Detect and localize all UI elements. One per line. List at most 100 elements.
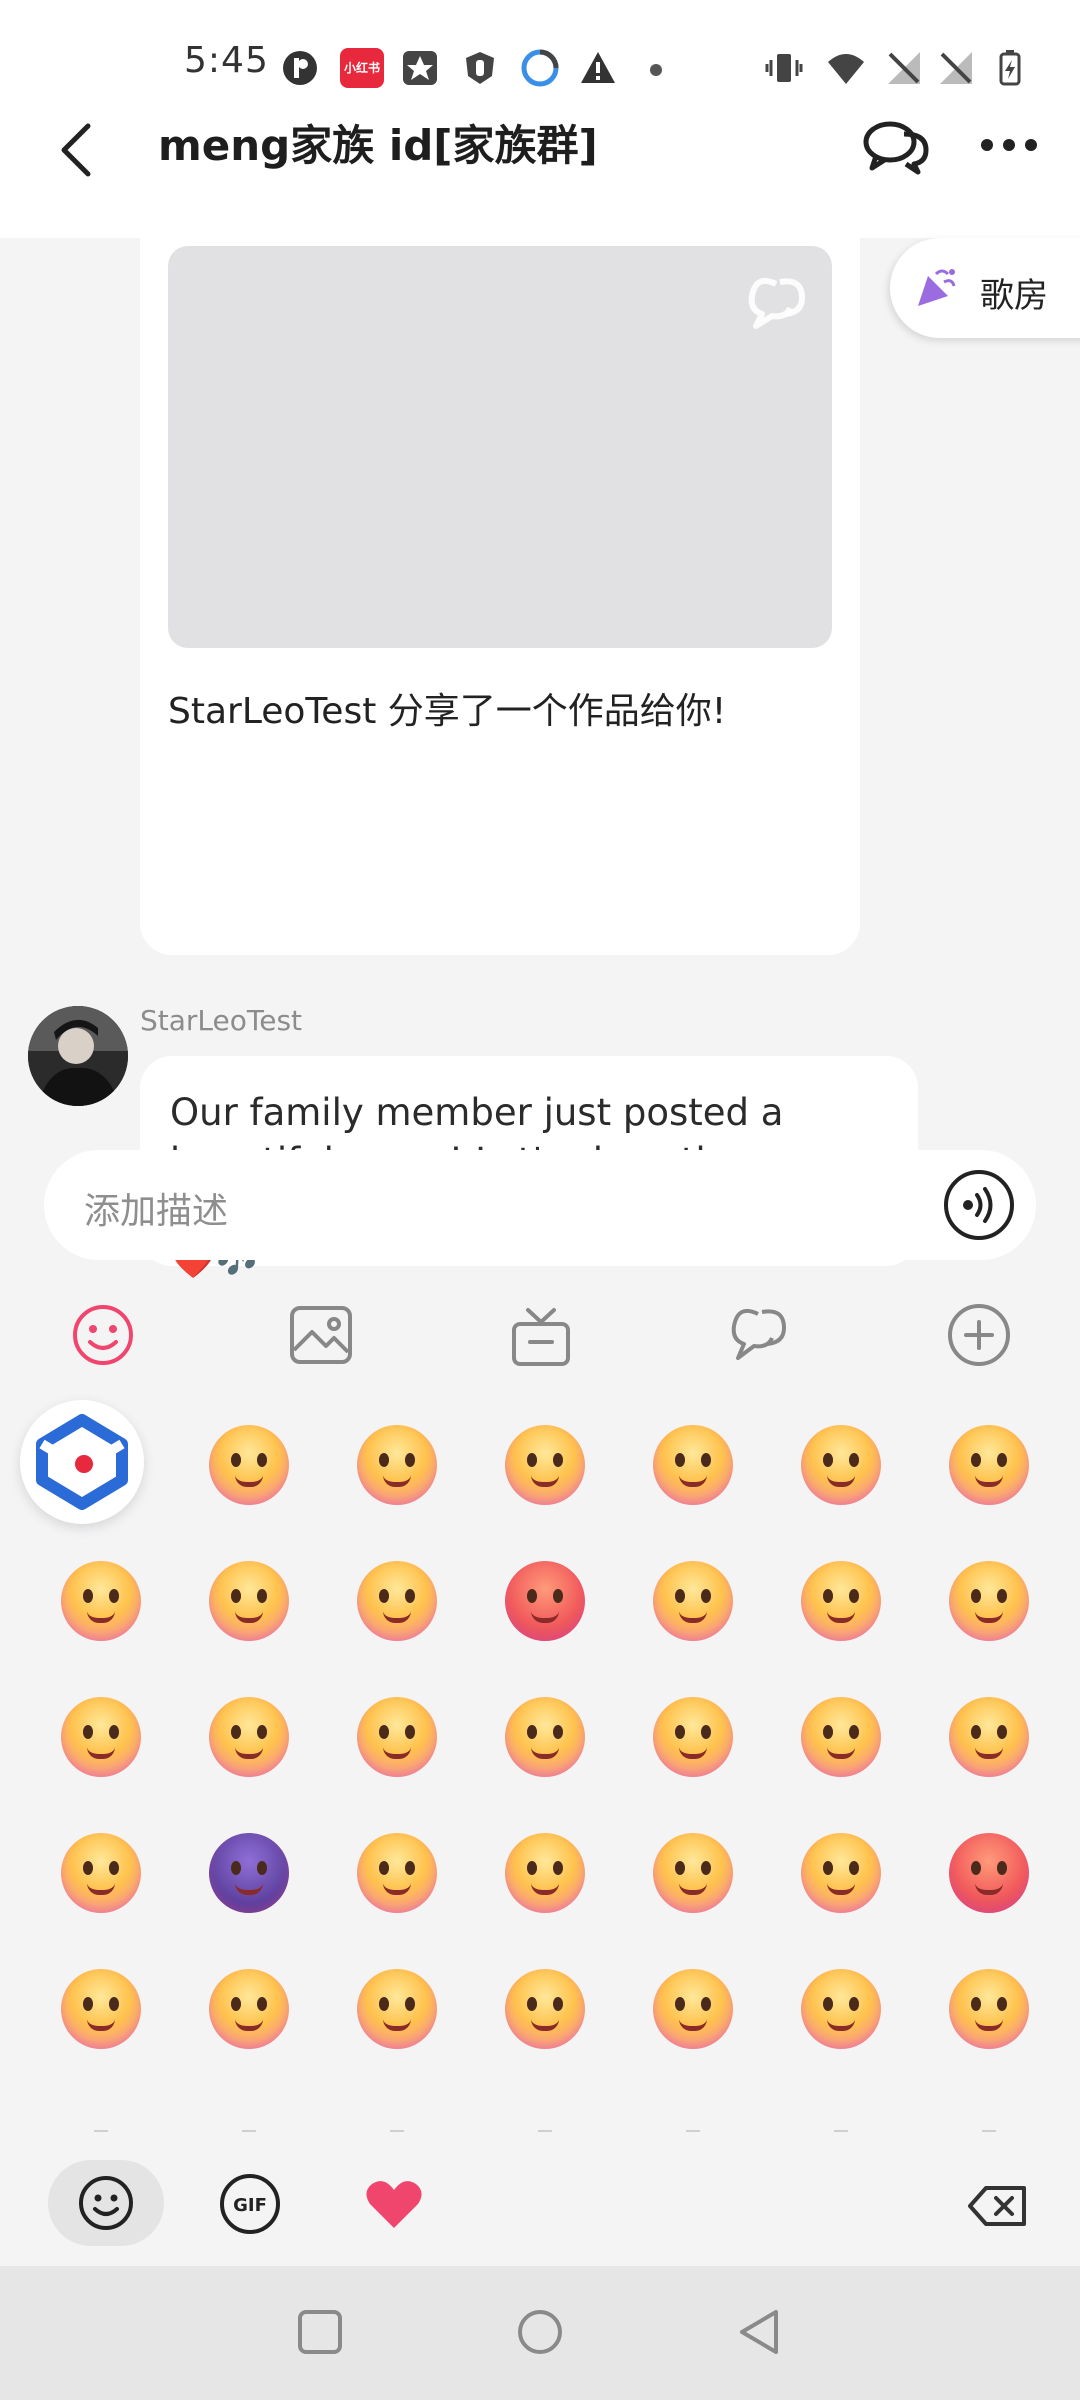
emoji-smirk-sweat-icon[interactable] bbox=[490, 1410, 600, 1520]
floating-assistant-badge[interactable] bbox=[20, 1400, 144, 1524]
emoji-furious-icon[interactable] bbox=[934, 1818, 1044, 1928]
gift-icon[interactable] bbox=[506, 1300, 576, 1370]
emoji-eye-roll-icon[interactable] bbox=[786, 1546, 896, 1656]
avatar[interactable] bbox=[28, 1006, 128, 1106]
backspace-icon[interactable] bbox=[966, 2182, 1030, 2230]
signal-off-icon bbox=[936, 48, 976, 88]
description-input[interactable]: 添加描述 bbox=[44, 1150, 1036, 1260]
emoji-face bbox=[61, 1697, 141, 1777]
emoji-facepalm-cry-icon[interactable] bbox=[194, 1546, 304, 1656]
status-time: 5:45 bbox=[184, 40, 269, 81]
emoji-category-bar: GIF bbox=[0, 2152, 1080, 2262]
emoji-face bbox=[653, 1969, 733, 2049]
emoji-shocked-icon[interactable] bbox=[934, 1410, 1044, 1520]
emoji-scream-icon[interactable] bbox=[490, 1682, 600, 1792]
more-dots-icon[interactable] bbox=[978, 120, 1040, 170]
emoji-face bbox=[61, 1561, 141, 1641]
emoji-praying-icon[interactable] bbox=[46, 1818, 156, 1928]
emoji-face bbox=[209, 1969, 289, 2049]
emoji-confused-icon[interactable] bbox=[638, 1546, 748, 1656]
page-title: meng家族 id[家族群] bbox=[158, 121, 598, 170]
emoji-hand-cover-icon[interactable] bbox=[638, 1818, 748, 1928]
smiley-tab-icon[interactable] bbox=[48, 2160, 164, 2246]
recent-apps-icon[interactable] bbox=[292, 2304, 348, 2360]
emoji-row-separator bbox=[538, 2130, 552, 2132]
emoji-hand-face-cry-icon[interactable] bbox=[638, 1682, 748, 1792]
emoji-wink-icon[interactable] bbox=[934, 1954, 1044, 2064]
emoji-sly-grin-icon[interactable] bbox=[342, 1410, 452, 1520]
emoji-angry-icon[interactable] bbox=[490, 1546, 600, 1656]
emoji-fists-angry-icon[interactable] bbox=[786, 1682, 896, 1792]
emoji-icon[interactable] bbox=[68, 1300, 138, 1370]
battery-icon bbox=[990, 48, 1030, 88]
room-label: 歌房 bbox=[980, 276, 1048, 316]
emoji-face bbox=[505, 1697, 585, 1777]
emoji-face bbox=[209, 1561, 289, 1641]
back-arrow-icon[interactable] bbox=[50, 108, 110, 188]
image-icon[interactable] bbox=[286, 1300, 356, 1370]
emoji-pleading-icon[interactable] bbox=[786, 1410, 896, 1520]
emoji-laugh-cry-icon[interactable] bbox=[934, 1546, 1044, 1656]
xiaohongshu-icon: 小红书 bbox=[340, 48, 384, 88]
app-logo-watermark-icon bbox=[746, 274, 808, 330]
emoji-blush-laugh-icon[interactable] bbox=[342, 1682, 452, 1792]
emoji-rainbow-vomit-icon[interactable] bbox=[46, 1546, 156, 1656]
status-bar: 5:45 小红书 bbox=[0, 0, 1080, 110]
composer-toolbar bbox=[0, 1300, 1080, 1380]
emoji-teary-icon[interactable] bbox=[46, 1682, 156, 1792]
input-placeholder: 添加描述 bbox=[84, 1191, 229, 1232]
emoji-face bbox=[357, 1561, 437, 1641]
emoji-face bbox=[505, 1969, 585, 2049]
emoji-face bbox=[801, 1697, 881, 1777]
emoji-face bbox=[357, 1833, 437, 1913]
emoji-face bbox=[653, 1833, 733, 1913]
emoji-grinning-teeth-icon[interactable] bbox=[194, 1410, 304, 1520]
notification-dot-icon bbox=[650, 64, 662, 76]
emoji-face bbox=[505, 1833, 585, 1913]
app-p-icon bbox=[280, 48, 320, 88]
emoji-taped-mouth-icon[interactable] bbox=[786, 1954, 896, 2064]
chat-message-list[interactable]: StarLeoTest 分享了一个作品给你! StarLeoTest Our f… bbox=[0, 198, 1080, 1281]
emoji-face bbox=[949, 1969, 1029, 2049]
app-logo-icon[interactable] bbox=[724, 1300, 794, 1370]
emoji-face bbox=[801, 1561, 881, 1641]
emoji-egg-head-icon[interactable] bbox=[342, 1818, 452, 1928]
emoji-dizzy-icon[interactable] bbox=[46, 1954, 156, 2064]
emoji-star-hit-icon[interactable] bbox=[934, 1682, 1044, 1792]
back-triangle-icon[interactable] bbox=[732, 2304, 788, 2360]
emoji-love-hearts-icon[interactable] bbox=[490, 1954, 600, 2064]
emoji-shush-icon[interactable] bbox=[490, 1818, 600, 1928]
emoji-face bbox=[505, 1425, 585, 1505]
emoji-face bbox=[357, 1425, 437, 1505]
emoji-kiss-heart-icon[interactable] bbox=[194, 1954, 304, 2064]
home-icon[interactable] bbox=[512, 2304, 568, 2360]
emoji-crying-icon[interactable] bbox=[342, 1954, 452, 2064]
shield-app-icon bbox=[460, 48, 500, 88]
karaoke-room-button[interactable]: 歌房 bbox=[890, 238, 1080, 338]
star-app-icon bbox=[400, 48, 440, 88]
voice-wave-icon[interactable] bbox=[942, 1168, 1016, 1242]
emoji-face bbox=[949, 1425, 1029, 1505]
emoji-rolling-laugh-icon[interactable] bbox=[638, 1954, 748, 2064]
emoji-face bbox=[949, 1697, 1029, 1777]
emoji-bomb-icon[interactable] bbox=[194, 1818, 304, 1928]
shared-work-preview[interactable] bbox=[168, 246, 832, 648]
signal-off-icon bbox=[884, 48, 924, 88]
emoji-face bbox=[357, 1969, 437, 2049]
emoji-face bbox=[505, 1561, 585, 1641]
emoji-face bbox=[209, 1833, 289, 1913]
plus-icon[interactable] bbox=[944, 1300, 1014, 1370]
chat-bubbles-icon[interactable] bbox=[860, 112, 932, 178]
emoji-green-vomit-icon[interactable] bbox=[786, 1818, 896, 1928]
emoji-face bbox=[653, 1561, 733, 1641]
gif-tab-icon[interactable]: GIF bbox=[218, 2172, 282, 2236]
shared-work-card[interactable]: StarLeoTest 分享了一个作品给你! bbox=[140, 198, 860, 955]
browser-icon bbox=[520, 48, 560, 88]
emoji-slipper-hit-icon[interactable] bbox=[638, 1410, 748, 1520]
emoji-nervous-laugh-icon[interactable] bbox=[342, 1546, 452, 1656]
emoji-face bbox=[653, 1425, 733, 1505]
emoji-smoking-icon[interactable] bbox=[194, 1682, 304, 1792]
emoji-panel bbox=[0, 1410, 1080, 2150]
heart-tab-icon[interactable] bbox=[362, 2172, 426, 2236]
emoji-row-separator bbox=[834, 2130, 848, 2132]
